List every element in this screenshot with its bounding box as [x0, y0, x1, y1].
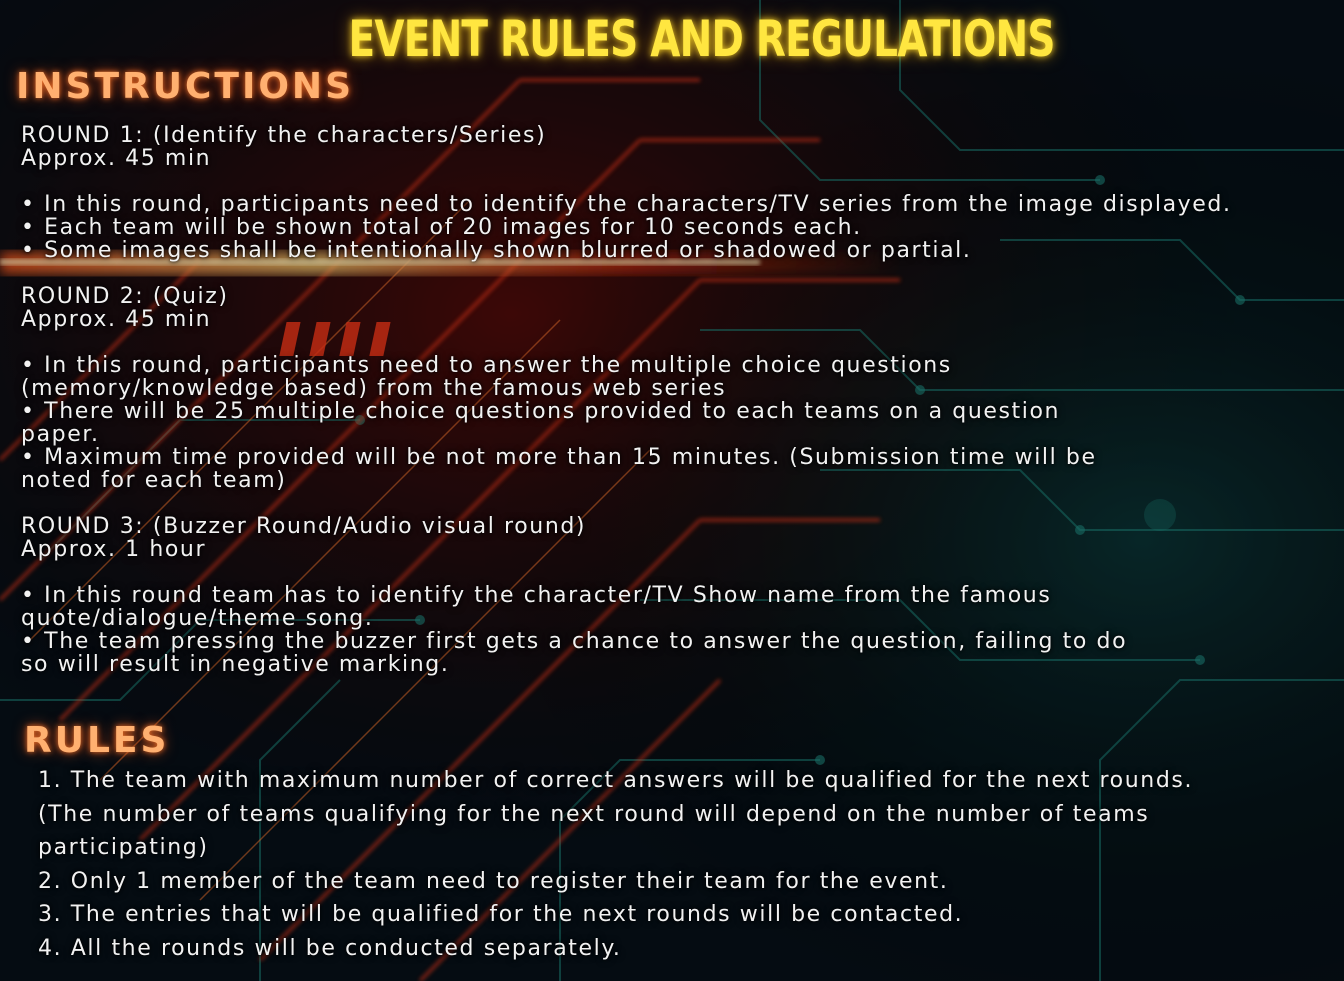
round1-bullet: • Some images shall be intentionally sho… — [21, 238, 972, 263]
rule-line: 3. The entries that will be qualified fo… — [38, 902, 964, 927]
rule-line: 1. The team with maximum number of corre… — [38, 768, 1194, 793]
round3-duration: Approx. 1 hour — [21, 537, 207, 562]
round1-bullet: • Each team will be shown total of 20 im… — [21, 215, 862, 240]
round1-title: ROUND 1: (Identify the characters/Series… — [21, 123, 547, 148]
round1-duration: Approx. 45 min — [21, 146, 212, 171]
round2-line: • Maximum time provided will be not more… — [21, 445, 1097, 470]
round2-title: ROUND 2: (Quiz) — [21, 284, 229, 309]
round2-line: paper. — [21, 422, 100, 447]
round3-line: so will result in negative marking. — [21, 652, 450, 677]
rule-line: 2. Only 1 member of the team need to reg… — [38, 868, 949, 894]
instructions-section: ROUND 1: (Identify the characters/Series… — [21, 124, 1341, 676]
rule-line: participating) — [38, 835, 209, 860]
round2-line: (memory/knowledge based) from the famous… — [21, 376, 727, 401]
rule-line: 4. All the rounds will be conducted sepa… — [38, 935, 622, 961]
rule-line: (The number of teams qualifying for the … — [38, 801, 1150, 827]
rules-list: 1. The team with maximum number of corre… — [38, 764, 1338, 965]
instructions-heading: INSTRUCTIONS — [16, 66, 354, 107]
page-title: EVENT RULES AND REGULATIONS — [348, 10, 1055, 68]
round3-title: ROUND 3: (Buzzer Round/Audio visual roun… — [21, 514, 587, 539]
round3-line: • In this round team has to identify the… — [21, 583, 1052, 608]
round3-line: • The team pressing the buzzer first get… — [21, 629, 1128, 654]
rules-heading: RULES — [24, 720, 170, 761]
round2-line: • In this round, participants need to an… — [21, 353, 952, 378]
round2-duration: Approx. 45 min — [21, 307, 212, 332]
round3-line: quote/dialogue/theme song. — [21, 606, 374, 631]
round2-line: • There will be 25 multiple choice quest… — [21, 399, 1061, 424]
round2-line: noted for each team) — [21, 468, 287, 493]
round1-bullet: • In this round, participants need to id… — [21, 192, 1232, 217]
